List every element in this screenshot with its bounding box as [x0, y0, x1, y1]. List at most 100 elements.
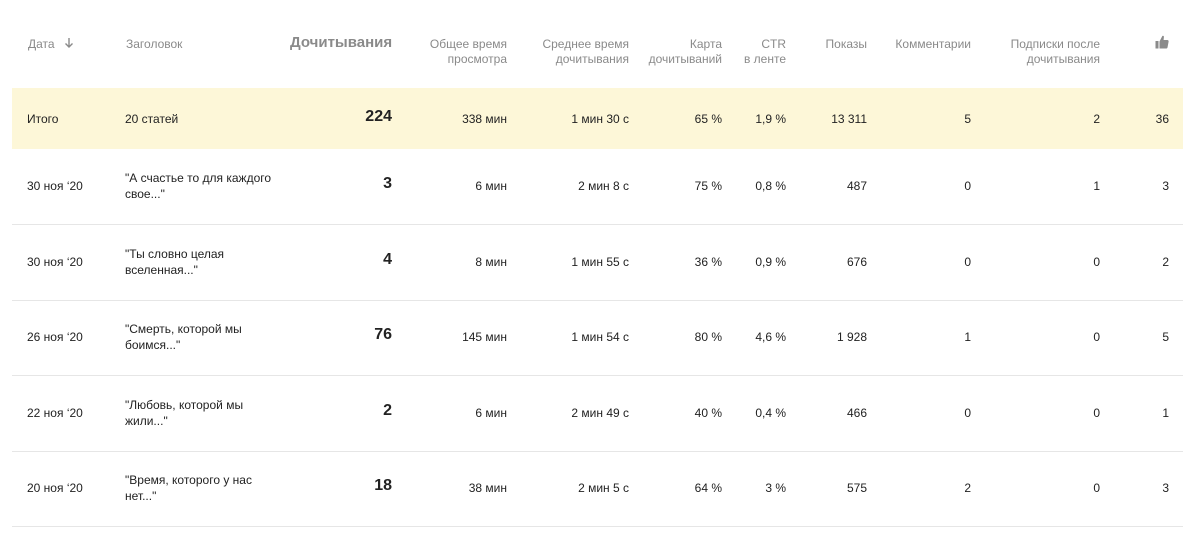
column-header-date-label: Дата: [28, 37, 55, 51]
row-title-link[interactable]: "Любовь, которой мы жили...": [125, 397, 290, 429]
row-subscriptions: 0: [1093, 330, 1100, 344]
table-header: Дата Заголовок Дочитывания Общее время п…: [0, 0, 1200, 88]
row-ctr: 4,6 %: [755, 330, 786, 344]
column-header-ctr-line1: CTR: [761, 37, 786, 51]
row-avg-time: 2 мин 5 с: [578, 481, 629, 495]
column-header-subscriptions[interactable]: Подписки после дочитывания: [990, 37, 1100, 67]
column-header-avg-time-line1: Среднее время: [542, 37, 629, 51]
column-header-views[interactable]: Показы: [800, 37, 867, 52]
column-header-total-time-line2: просмотра: [447, 52, 507, 66]
arrow-down-icon: [64, 37, 74, 53]
column-header-subscriptions-line1: Подписки после: [1010, 37, 1100, 51]
column-header-avg-time[interactable]: Среднее время дочитывания: [520, 37, 629, 67]
row-map: 64 %: [694, 481, 722, 495]
row-title-line2: свое...": [125, 187, 165, 201]
column-header-map-line1: Карта: [689, 37, 722, 51]
row-avg-time: 2 мин 49 с: [571, 406, 629, 420]
row-title-link[interactable]: "А счастье то для каждого свое...": [125, 170, 290, 202]
row-comments: 2: [964, 481, 971, 495]
row-avg-time: 2 мин 8 с: [578, 179, 629, 193]
row-comments: 1: [964, 330, 971, 344]
row-total-time: 145 мин: [462, 330, 507, 344]
row-title-line2: вселенная...": [125, 263, 198, 277]
total-subscriptions: 2: [1093, 112, 1100, 126]
row-comments: 0: [964, 406, 971, 420]
column-header-ctr-line2: в ленте: [743, 52, 786, 66]
total-date: Итого: [27, 112, 59, 126]
row-comments: 0: [964, 179, 971, 193]
row-date: 30 ноя ‘20: [27, 255, 83, 269]
row-likes: 2: [1162, 255, 1169, 269]
row-subscriptions: 0: [1093, 406, 1100, 420]
row-total-time: 6 мин: [475, 179, 507, 193]
total-likes: 36: [1155, 112, 1169, 126]
row-reads: 3: [383, 175, 392, 192]
row-title-line1: "Любовь, которой мы: [125, 398, 244, 412]
total-title: 20 статей: [125, 112, 179, 126]
row-date: 30 ноя ‘20: [27, 179, 83, 193]
column-header-total-time[interactable]: Общее время просмотра: [410, 37, 507, 67]
row-ctr: 3 %: [765, 481, 786, 495]
row-likes: 3: [1162, 481, 1169, 495]
row-reads: 76: [374, 326, 392, 343]
row-subscriptions: 1: [1093, 179, 1100, 193]
row-title-line1: "Ты словно целая: [125, 247, 225, 261]
total-ctr: 1,9 %: [755, 112, 786, 126]
row-title-link[interactable]: "Время, которого у нас нет...": [125, 472, 290, 504]
row-title-link[interactable]: "Смерть, которой мы боимся...": [125, 321, 290, 353]
row-avg-time: 1 мин 55 с: [571, 255, 629, 269]
row-map: 36 %: [694, 255, 722, 269]
row-ctr: 0,4 %: [755, 406, 786, 420]
row-likes: 5: [1162, 330, 1169, 344]
row-date: 20 ноя ‘20: [27, 481, 83, 495]
row-avg-time: 1 мин 54 с: [571, 330, 629, 344]
column-header-ctr[interactable]: CTR в ленте: [735, 37, 786, 67]
stats-table: Дата Заголовок Дочитывания Общее время п…: [0, 0, 1200, 534]
row-map: 75 %: [694, 179, 722, 193]
row-title-line1: "А счастье то для каждого: [125, 171, 272, 185]
row-title-line2: жили...": [125, 414, 168, 428]
column-header-map-line2: дочитываний: [648, 52, 722, 66]
total-map: 65 %: [694, 112, 722, 126]
row-likes: 1: [1162, 406, 1169, 420]
table-row[interactable]: 30 ноя ‘20 "Ты словно целая вселенная...…: [12, 225, 1183, 301]
row-ctr: 0,9 %: [755, 255, 786, 269]
row-views: 575: [846, 481, 867, 495]
row-title-line1: "Смерть, которой мы: [125, 322, 242, 336]
column-header-comments[interactable]: Комментарии: [880, 37, 971, 52]
row-ctr: 0,8 %: [755, 179, 786, 193]
column-header-avg-time-line2: дочитывания: [555, 52, 629, 66]
column-header-date[interactable]: Дата: [28, 37, 74, 53]
column-header-total-time-line1: Общее время: [429, 37, 507, 51]
column-header-title[interactable]: Заголовок: [126, 37, 182, 52]
row-date: 26 ноя ‘20: [27, 330, 83, 344]
row-title-link[interactable]: "Ты словно целая вселенная...": [125, 246, 290, 278]
column-header-reads[interactable]: Дочитывания: [290, 35, 392, 50]
row-total-time: 38 мин: [468, 481, 507, 495]
row-title-line1: "Время, которого у нас: [125, 473, 252, 487]
row-views: 676: [846, 255, 867, 269]
row-reads: 2: [383, 402, 392, 419]
column-header-map[interactable]: Карта дочитываний: [640, 37, 722, 67]
total-reads: 224: [365, 108, 392, 125]
row-subscriptions: 0: [1093, 255, 1100, 269]
row-likes: 3: [1162, 179, 1169, 193]
row-views: 466: [846, 406, 867, 420]
row-reads: 4: [383, 251, 392, 268]
table-row[interactable]: 30 ноя ‘20 "А счастье то для каждого сво…: [12, 149, 1183, 225]
row-total-time: 8 мин: [475, 255, 507, 269]
table-row[interactable]: 26 ноя ‘20 "Смерть, которой мы боимся...…: [12, 300, 1183, 376]
table-row-total: Итого 20 статей 224 338 мин 1 мин 30 с 6…: [12, 88, 1183, 149]
total-comments: 5: [964, 112, 971, 126]
row-total-time: 6 мин: [475, 406, 507, 420]
column-header-subscriptions-line2: дочитывания: [1026, 52, 1100, 66]
row-reads: 18: [374, 477, 392, 494]
row-subscriptions: 0: [1093, 481, 1100, 495]
row-map: 80 %: [694, 330, 722, 344]
row-views: 487: [846, 179, 867, 193]
table-row[interactable]: 20 ноя ‘20 "Время, которого у нас нет...…: [12, 451, 1183, 527]
thumbs-up-icon[interactable]: [1155, 35, 1169, 54]
row-comments: 0: [964, 255, 971, 269]
row-title-line2: нет...": [125, 489, 157, 503]
table-row[interactable]: 22 ноя ‘20 "Любовь, которой мы жили..." …: [12, 376, 1183, 452]
